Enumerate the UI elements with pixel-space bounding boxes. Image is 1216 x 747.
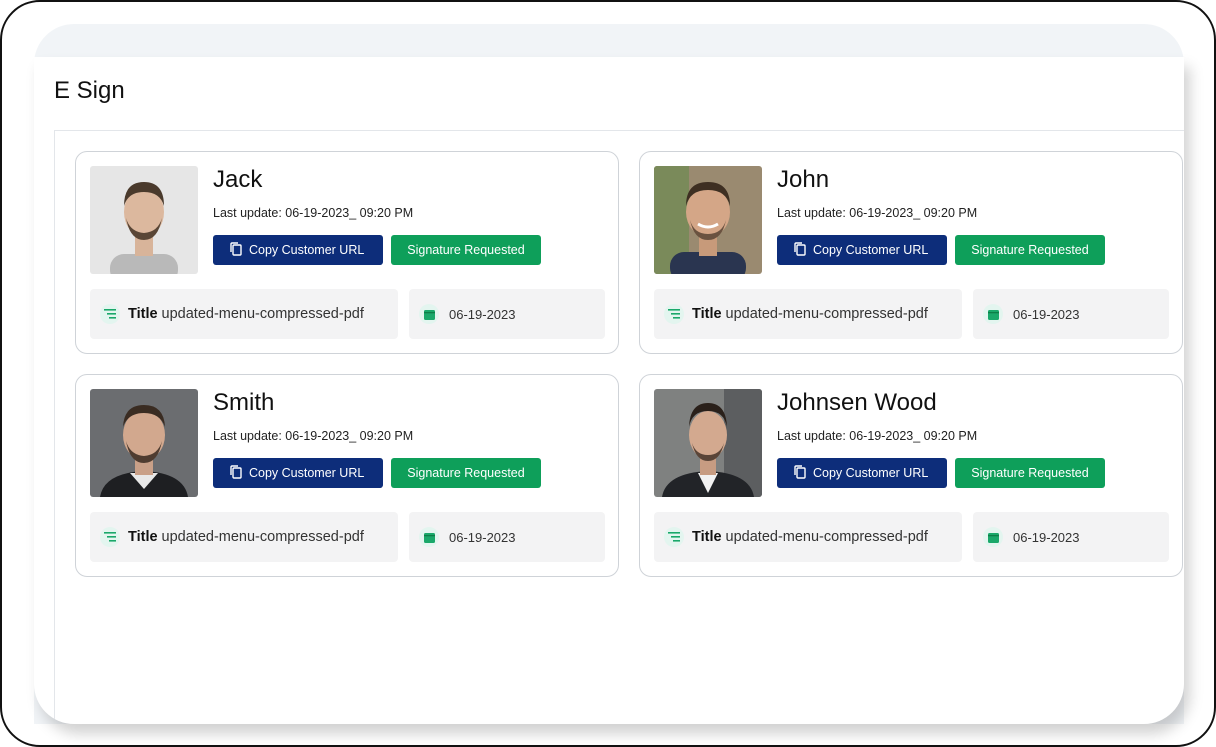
copy-button-label: Copy Customer URL: [813, 466, 929, 480]
copy-customer-url-button[interactable]: Copy Customer URL: [213, 458, 383, 488]
calendar-icon: [419, 304, 439, 324]
date-field: 06-19-2023: [973, 512, 1169, 562]
copy-button-label: Copy Customer URL: [249, 243, 365, 257]
last-update-text: Last update: 06-19-2023_ 09:20 PM: [777, 206, 978, 220]
title-label: Title: [128, 306, 158, 322]
signature-requested-button[interactable]: Signature Requested: [391, 458, 541, 488]
avatar: [90, 166, 198, 274]
customer-card: Smith Last update: 06-19-2023_ 09:20 PM …: [75, 374, 619, 577]
date-value: 06-19-2023: [449, 529, 516, 545]
list-lines-icon: [664, 527, 684, 547]
title-value: updated-menu-compressed-pdf: [161, 306, 364, 322]
date-value: 06-19-2023: [449, 306, 516, 322]
copy-icon: [229, 464, 243, 482]
app-window: E Sign Jack Last update: 06-19-2023_ 09:…: [34, 57, 1184, 724]
copy-customer-url-button[interactable]: Copy Customer URL: [213, 235, 383, 265]
page-title: E Sign: [54, 77, 125, 104]
customer-name: Smith: [213, 389, 275, 416]
date-value: 06-19-2023: [1013, 529, 1080, 545]
customer-card: Johnsen Wood Last update: 06-19-2023_ 09…: [639, 374, 1183, 577]
document-title-field: Title updated-menu-compressed-pdf: [654, 512, 962, 562]
date-field: 06-19-2023: [409, 512, 605, 562]
title-label: Title: [692, 529, 722, 545]
document-title-field: Title updated-menu-compressed-pdf: [90, 289, 398, 339]
copy-customer-url-button[interactable]: Copy Customer URL: [777, 235, 947, 265]
customer-card: Jack Last update: 06-19-2023_ 09:20 PM C…: [75, 151, 619, 354]
date-value: 06-19-2023: [1013, 306, 1080, 322]
copy-icon: [793, 464, 807, 482]
customer-card: John Last update: 06-19-2023_ 09:20 PM C…: [639, 151, 1183, 354]
calendar-icon: [983, 527, 1003, 547]
cards-container: Jack Last update: 06-19-2023_ 09:20 PM C…: [54, 130, 1184, 724]
title-value: updated-menu-compressed-pdf: [161, 529, 364, 545]
device-frame: E Sign Jack Last update: 06-19-2023_ 09:…: [0, 0, 1216, 747]
title-label: Title: [692, 306, 722, 322]
title-value: updated-menu-compressed-pdf: [725, 306, 928, 322]
customer-name: Johnsen Wood: [777, 389, 937, 416]
list-lines-icon: [100, 527, 120, 547]
date-field: 06-19-2023: [973, 289, 1169, 339]
customer-name: John: [777, 166, 830, 193]
copy-button-label: Copy Customer URL: [249, 466, 365, 480]
calendar-icon: [983, 304, 1003, 324]
copy-button-label: Copy Customer URL: [813, 243, 929, 257]
date-field: 06-19-2023: [409, 289, 605, 339]
title-label: Title: [128, 529, 158, 545]
last-update-text: Last update: 06-19-2023_ 09:20 PM: [213, 206, 414, 220]
avatar: [654, 389, 762, 497]
calendar-icon: [419, 527, 439, 547]
signature-requested-button[interactable]: Signature Requested: [955, 458, 1105, 488]
signature-requested-button[interactable]: Signature Requested: [391, 235, 541, 265]
copy-customer-url-button[interactable]: Copy Customer URL: [777, 458, 947, 488]
signature-requested-button[interactable]: Signature Requested: [955, 235, 1105, 265]
title-value: updated-menu-compressed-pdf: [725, 529, 928, 545]
avatar: [654, 166, 762, 274]
last-update-text: Last update: 06-19-2023_ 09:20 PM: [213, 429, 414, 443]
customer-name: Jack: [213, 166, 263, 193]
document-title-field: Title updated-menu-compressed-pdf: [90, 512, 398, 562]
copy-icon: [229, 241, 243, 259]
avatar: [90, 389, 198, 497]
last-update-text: Last update: 06-19-2023_ 09:20 PM: [777, 429, 978, 443]
copy-icon: [793, 241, 807, 259]
document-title-field: Title updated-menu-compressed-pdf: [654, 289, 962, 339]
list-lines-icon: [100, 304, 120, 324]
list-lines-icon: [664, 304, 684, 324]
